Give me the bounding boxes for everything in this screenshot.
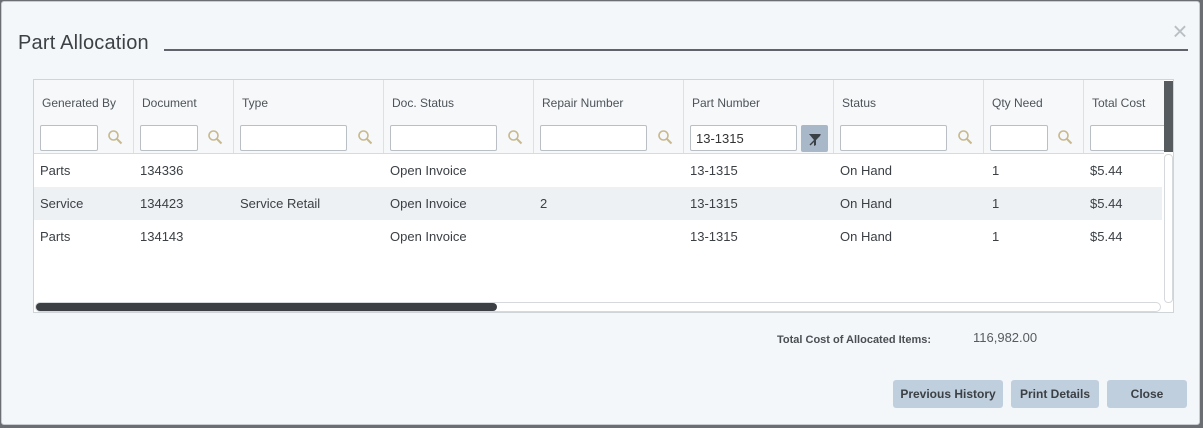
table-row[interactable]: Parts 134336 Open Invoice 13-1315 On Han… bbox=[34, 154, 1162, 187]
close-button[interactable]: Close bbox=[1107, 380, 1187, 408]
cell-doc-status: Open Invoice bbox=[390, 196, 467, 211]
cell-document: 134423 bbox=[140, 196, 184, 211]
column-label: Status bbox=[842, 96, 877, 110]
print-details-button[interactable]: Print Details bbox=[1011, 380, 1099, 408]
funnel-clear-icon[interactable] bbox=[801, 125, 828, 152]
header-scroll-thumb[interactable] bbox=[1164, 81, 1173, 152]
filter-input-type[interactable] bbox=[240, 125, 347, 151]
column-label: Part Number bbox=[692, 96, 761, 110]
filter-input-repair-number[interactable] bbox=[540, 125, 647, 151]
cell-doc-status: Open Invoice bbox=[390, 229, 467, 244]
cell-type: Service Retail bbox=[240, 196, 321, 211]
total-cost-value: 116,982.00 bbox=[973, 330, 1038, 345]
column-label: Type bbox=[242, 96, 269, 110]
filter-input-total-cost[interactable] bbox=[1090, 125, 1170, 151]
column-repair-number: Repair Number bbox=[534, 80, 684, 153]
column-label: Total Cost bbox=[1092, 96, 1146, 110]
cell-repair-number: 2 bbox=[540, 196, 548, 211]
horizontal-scrollbar[interactable] bbox=[35, 302, 1161, 312]
cell-doc-status: Open Invoice bbox=[390, 163, 467, 178]
magnifier-icon[interactable] bbox=[657, 129, 673, 145]
cell-document: 134336 bbox=[140, 163, 184, 178]
cell-total-cost: $5.44 bbox=[1090, 229, 1123, 244]
cell-qty-need: 1 bbox=[992, 229, 1000, 244]
cell-document: 134143 bbox=[140, 229, 184, 244]
magnifier-icon[interactable] bbox=[357, 129, 373, 145]
column-part-number: Part Number bbox=[684, 80, 834, 153]
table-row[interactable]: Parts 134143 Open Invoice 13-1315 On Han… bbox=[34, 220, 1162, 253]
dialog-title: Part Allocation bbox=[18, 32, 149, 54]
cell-status: On Hand bbox=[840, 229, 893, 244]
filter-input-qty-need[interactable] bbox=[990, 125, 1048, 151]
cell-generated-by: Parts bbox=[40, 229, 71, 244]
column-status: Status bbox=[834, 80, 984, 153]
cell-generated-by: Service bbox=[40, 196, 84, 211]
cell-total-cost: $5.44 bbox=[1090, 196, 1123, 211]
part-allocation-dialog: Part Allocation × Generated By Document bbox=[1, 1, 1200, 425]
cell-part-number: 13-1315 bbox=[690, 229, 738, 244]
grid-header: Generated By Document Type Doc. Status R… bbox=[34, 80, 1170, 154]
total-cost-label: Total Cost of Allocated Items: bbox=[777, 334, 932, 346]
column-total-cost: Total Cost bbox=[1084, 80, 1170, 153]
column-doc-status: Doc. Status bbox=[384, 80, 534, 153]
filter-input-generated-by[interactable] bbox=[40, 125, 98, 151]
horizontal-scroll-thumb[interactable] bbox=[36, 303, 497, 311]
column-generated-by: Generated By bbox=[34, 80, 134, 153]
table-row[interactable]: Service 134423 Service Retail Open Invoi… bbox=[34, 187, 1162, 220]
column-label: Doc. Status bbox=[392, 96, 455, 110]
cell-status: On Hand bbox=[840, 196, 893, 211]
magnifier-icon[interactable] bbox=[957, 129, 973, 145]
magnifier-icon[interactable] bbox=[207, 129, 223, 145]
cell-qty-need: 1 bbox=[992, 196, 1000, 211]
cell-part-number: 13-1315 bbox=[690, 196, 738, 211]
column-document: Document bbox=[134, 80, 234, 153]
cell-status: On Hand bbox=[840, 163, 893, 178]
filter-input-status[interactable] bbox=[840, 125, 947, 151]
previous-history-button[interactable]: Previous History bbox=[893, 380, 1003, 408]
column-type: Type bbox=[234, 80, 384, 153]
close-icon[interactable]: × bbox=[1167, 18, 1193, 44]
filter-input-part-number[interactable] bbox=[690, 125, 797, 151]
column-qty-need: Qty Need bbox=[984, 80, 1084, 153]
column-label: Qty Need bbox=[992, 96, 1043, 110]
column-label: Document bbox=[142, 96, 197, 110]
column-label: Repair Number bbox=[542, 96, 624, 110]
cell-part-number: 13-1315 bbox=[690, 163, 738, 178]
cell-qty-need: 1 bbox=[992, 163, 1000, 178]
column-label: Generated By bbox=[42, 96, 117, 110]
allocation-grid: Generated By Document Type Doc. Status R… bbox=[33, 79, 1174, 313]
vertical-scrollbar[interactable] bbox=[1164, 154, 1173, 303]
magnifier-icon[interactable] bbox=[507, 129, 523, 145]
magnifier-icon[interactable] bbox=[107, 129, 123, 145]
filter-input-doc-status[interactable] bbox=[390, 125, 497, 151]
cell-generated-by: Parts bbox=[40, 163, 71, 178]
filter-input-document[interactable] bbox=[140, 125, 198, 151]
title-divider bbox=[164, 49, 1188, 51]
cell-total-cost: $5.44 bbox=[1090, 163, 1123, 178]
magnifier-icon[interactable] bbox=[1057, 129, 1073, 145]
